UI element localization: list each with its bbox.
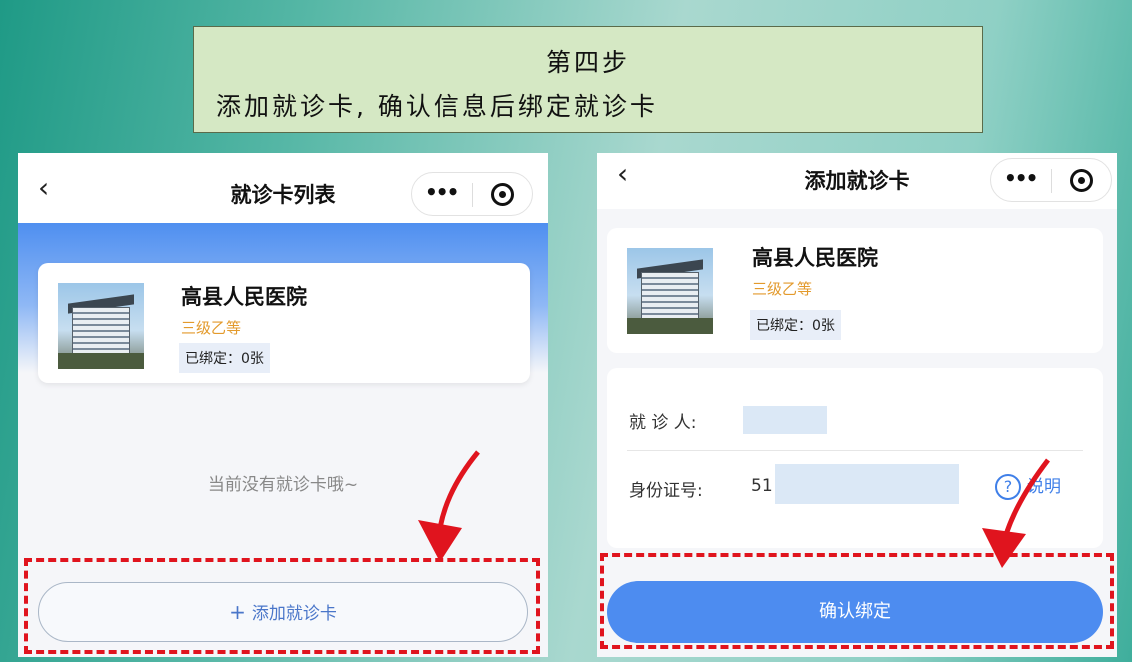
add-card-label: 添加就诊卡 [251,604,337,624]
help-link[interactable]: ? 说明 [995,472,1061,500]
close-target-icon[interactable] [1070,169,1093,192]
close-target-icon[interactable] [491,183,514,206]
hospital-name: 高县人民医院 [752,246,878,270]
step-description: 添加就诊卡, 确认信息后绑定就诊卡 [216,92,658,121]
navbar: ‹ 添加就诊卡 ••• [597,153,1117,209]
id-number-field[interactable] [775,464,959,504]
form-divider [627,450,1083,451]
capsule-divider [472,183,473,207]
patient-field[interactable] [743,406,827,434]
capsule-divider [1051,169,1052,193]
navbar: ‹ 就诊卡列表 ••• [18,153,548,223]
question-icon: ? [995,474,1021,500]
hospital-photo [627,248,713,334]
hospital-level: 三级乙等 [752,280,813,298]
card-list-screen: ‹ 就诊卡列表 ••• 高县人民医院 三级乙等 已绑定：0张 当前没有就诊卡哦~… [18,153,548,657]
confirm-bind-button[interactable]: 确认绑定 [607,581,1103,643]
step-banner: 第四步 添加就诊卡, 确认信息后绑定就诊卡 [193,26,983,133]
add-card-button[interactable]: + 添加就诊卡 [38,582,528,642]
more-icon[interactable]: ••• [425,180,459,204]
more-icon[interactable]: ••• [1004,166,1038,190]
add-card-screen: ‹ 添加就诊卡 ••• 高县人民医院 三级乙等 已绑定：0张 就 诊 人: 身份… [597,153,1117,657]
empty-state-text: 当前没有就诊卡哦~ [207,475,359,495]
hospital-card: 高县人民医院 三级乙等 已绑定：0张 [38,263,530,383]
hospital-card: 高县人民医院 三级乙等 已绑定：0张 [607,228,1103,353]
plus-icon: + [229,600,246,624]
mini-program-capsule: ••• [411,172,533,216]
bound-count-badge: 已绑定：0张 [179,343,270,373]
mini-program-capsule: ••• [990,158,1112,202]
hospital-name: 高县人民医院 [181,285,307,309]
id-number-label: 身份证号: [629,481,703,501]
help-label: 说明 [1027,477,1061,497]
hospital-level: 三级乙等 [181,319,242,337]
id-number-value: 51 [751,476,773,496]
step-title: 第四步 [545,48,630,77]
patient-label: 就 诊 人: [629,413,697,433]
hospital-photo [58,283,144,369]
card-form: 就 诊 人: 身份证号: 51 ? 说明 [607,368,1103,548]
bound-count-badge: 已绑定：0张 [750,310,841,340]
